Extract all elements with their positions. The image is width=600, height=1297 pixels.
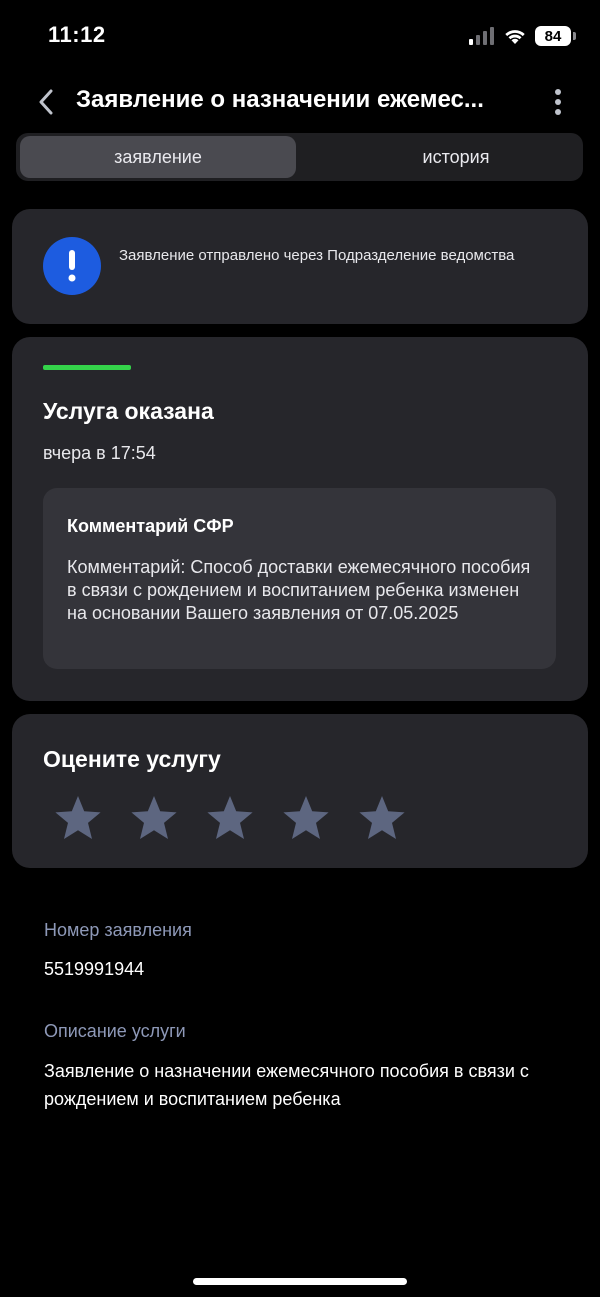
cellular-signal-icon <box>469 27 494 45</box>
rating-stars <box>53 794 407 842</box>
comment-box: Комментарий СФР Комментарий: Способ дост… <box>43 488 556 669</box>
more-vertical-icon <box>555 89 561 115</box>
header: Заявление о назначении ежемес... <box>0 78 600 126</box>
service-description-value: Заявление о назначении ежемесячного посо… <box>44 1061 529 1109</box>
battery-level: 84 <box>535 26 571 46</box>
status-timestamp: вчера в 17:54 <box>43 443 156 463</box>
status-icons: 84 <box>469 24 576 48</box>
tab-history[interactable]: история <box>318 136 594 178</box>
chevron-left-icon <box>39 89 53 115</box>
battery-icon: 84 <box>535 26 576 46</box>
star-icon[interactable] <box>281 794 331 842</box>
info-banner-text: Заявление отправлено через Подразделение… <box>119 247 515 264</box>
rating-title: Оцените услугу <box>43 746 221 772</box>
info-banner: Заявление отправлено через Подразделение… <box>12 209 588 324</box>
tab-statement[interactable]: заявление <box>20 136 296 178</box>
status-title: Услуга оказана <box>43 398 214 424</box>
battery-tip <box>573 32 576 40</box>
more-options-button[interactable] <box>546 84 570 120</box>
status-indicator <box>43 365 131 370</box>
status-time: 11:12 <box>48 22 106 47</box>
star-icon[interactable] <box>205 794 255 842</box>
star-icon[interactable] <box>357 794 407 842</box>
page-title: Заявление о назначении ежемес... <box>76 86 484 113</box>
tab-switcher: заявление история <box>16 133 583 181</box>
home-indicator[interactable] <box>193 1278 407 1285</box>
application-number-value: 5519991944 <box>44 959 145 979</box>
comment-text: Комментарий: Способ доставки ежемесячног… <box>67 557 531 623</box>
status-card: Услуга оказана вчера в 17:54 Комментарий… <box>12 337 588 701</box>
wifi-icon <box>505 30 525 44</box>
rating-card: Оцените услугу <box>12 714 588 868</box>
comment-title: Комментарий СФР <box>67 516 234 536</box>
service-description-label: Описание услуги <box>44 1021 186 1041</box>
star-icon[interactable] <box>129 794 179 842</box>
star-icon[interactable] <box>53 794 103 842</box>
status-bar: 11:12 84 <box>0 0 600 70</box>
exclamation-icon <box>43 237 101 295</box>
application-number-label: Номер заявления <box>44 920 192 940</box>
back-button[interactable] <box>28 84 64 120</box>
